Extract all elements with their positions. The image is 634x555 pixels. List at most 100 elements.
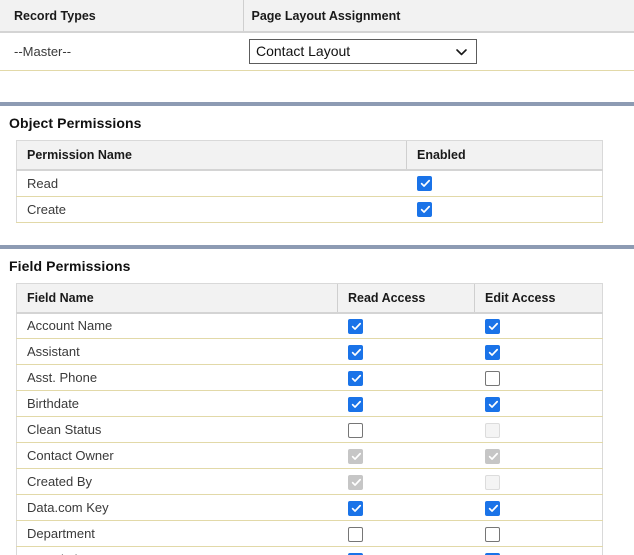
spacer-after-record-types (0, 71, 634, 102)
read-access-checkbox[interactable] (347, 526, 363, 542)
field-name-cell: Created By (16, 468, 338, 495)
check-icon (351, 348, 361, 356)
spacer-after-object-permissions (0, 223, 634, 245)
enabled-checkbox[interactable] (416, 176, 432, 192)
table-row: Contact Owner (16, 442, 603, 469)
read-access-cell (337, 442, 475, 469)
table-row: Assistant (16, 338, 603, 365)
read-access-column-header: Read Access (337, 282, 475, 314)
table-row: Description (16, 546, 603, 555)
check-icon (420, 180, 430, 188)
edit-access-cell (474, 520, 603, 547)
table-row: Department (16, 520, 603, 547)
record-types-column-header: Record Types (0, 0, 243, 33)
field-name-cell: Assistant (16, 338, 338, 365)
record-types-row: --Master-- Contact Layout (0, 32, 634, 71)
field-permissions-body: Account Name Assistant Asst. Phone Birthdat… (16, 312, 603, 555)
record-types-table: Record Types Page Layout Assignment --Ma… (0, 0, 634, 71)
read-access-cell (337, 364, 475, 391)
table-row: Create (16, 196, 603, 223)
read-access-checkbox[interactable] (347, 422, 363, 438)
field-permissions-title: Field Permissions (9, 257, 131, 274)
read-access-cell (337, 312, 475, 339)
read-access-checkbox[interactable] (347, 318, 363, 334)
field-name-cell: Asst. Phone (16, 364, 338, 391)
edit-access-checkbox (484, 448, 500, 464)
object-permissions-table: Permission Name Enabled Read Create (16, 140, 603, 223)
check-icon (488, 452, 498, 460)
read-access-checkbox (347, 474, 363, 490)
edit-access-cell (474, 442, 603, 469)
field-name-cell: Contact Owner (16, 442, 338, 469)
field-name-column-header: Field Name (16, 282, 338, 314)
permission-name-cell: Create (16, 196, 407, 223)
table-row: Clean Status (16, 416, 603, 443)
read-access-cell (337, 416, 475, 443)
read-access-checkbox (347, 448, 363, 464)
page-layout-assignment-column-header: Page Layout Assignment (242, 0, 634, 33)
edit-access-checkbox[interactable] (484, 318, 500, 334)
check-icon (351, 400, 361, 408)
edit-access-cell (474, 416, 603, 443)
page-layout-select-wrapper[interactable]: Contact Layout (249, 39, 477, 64)
field-permissions-table: Field Name Read Access Edit Access Accou… (16, 282, 603, 555)
edit-access-cell (474, 494, 603, 521)
edit-access-cell (474, 364, 603, 391)
field-name-cell: Data.com Key (16, 494, 338, 521)
enabled-cell (406, 196, 603, 223)
edit-access-checkbox[interactable] (484, 370, 500, 386)
table-row: Read (16, 170, 603, 197)
read-access-checkbox[interactable] (347, 396, 363, 412)
check-icon (351, 504, 361, 512)
edit-access-checkbox[interactable] (484, 526, 500, 542)
page-layout-select[interactable]: Contact Layout (249, 39, 477, 64)
field-name-cell: Clean Status (16, 416, 338, 443)
field-name-cell: Account Name (16, 312, 338, 339)
object-permissions-header-row: Permission Name Enabled (16, 140, 603, 171)
edit-access-checkbox (484, 422, 500, 438)
edit-access-column-header: Edit Access (474, 282, 603, 314)
read-access-cell (337, 520, 475, 547)
permission-name-cell: Read (16, 170, 407, 197)
check-icon (351, 478, 361, 486)
field-name-cell: Birthdate (16, 390, 338, 417)
field-name-cell: Department (16, 520, 338, 547)
check-icon (488, 504, 498, 512)
check-icon (351, 322, 361, 330)
read-access-cell (337, 468, 475, 495)
check-icon (351, 374, 361, 382)
check-icon (488, 400, 498, 408)
read-access-cell (337, 546, 475, 555)
enabled-column-header: Enabled (406, 140, 603, 171)
record-type-name: --Master-- (0, 32, 243, 71)
edit-access-cell (474, 338, 603, 365)
check-icon (488, 348, 498, 356)
enabled-checkbox[interactable] (416, 202, 432, 218)
edit-access-cell (474, 312, 603, 339)
table-row: Asst. Phone (16, 364, 603, 391)
check-icon (488, 322, 498, 330)
record-types-header-row: Record Types Page Layout Assignment (0, 0, 634, 33)
table-row: Data.com Key (16, 494, 603, 521)
check-icon (420, 205, 430, 213)
edit-access-checkbox[interactable] (484, 500, 500, 516)
edit-access-checkbox[interactable] (484, 344, 500, 360)
enabled-cell (406, 170, 603, 197)
read-access-cell (337, 494, 475, 521)
object-permissions-wrapper: Permission Name Enabled Read Create (0, 140, 634, 223)
edit-access-checkbox[interactable] (484, 396, 500, 412)
read-access-checkbox[interactable] (347, 500, 363, 516)
table-row: Birthdate (16, 390, 603, 417)
field-permissions-wrapper: Field Name Read Access Edit Access Accou… (0, 282, 634, 555)
check-icon (351, 452, 361, 460)
table-row: Account Name (16, 312, 603, 339)
edit-access-cell (474, 468, 603, 495)
read-access-cell (337, 338, 475, 365)
object-permissions-title: Object Permissions (9, 115, 142, 131)
read-access-checkbox[interactable] (347, 370, 363, 386)
edit-access-checkbox (484, 474, 500, 490)
read-access-checkbox[interactable] (347, 344, 363, 360)
read-access-cell (337, 390, 475, 417)
permission-name-column-header: Permission Name (16, 140, 407, 171)
field-name-cell: Description (16, 546, 338, 555)
